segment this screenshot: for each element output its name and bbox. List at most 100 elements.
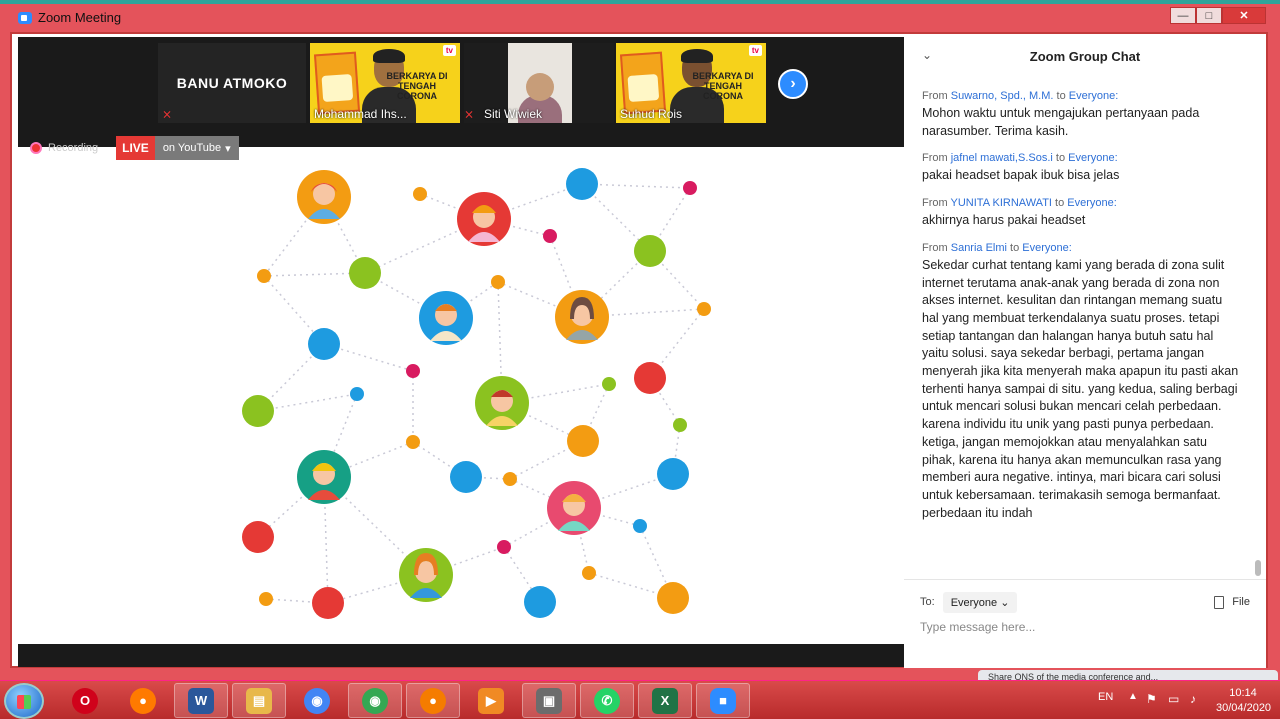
to-word: to [1055,197,1065,210]
message-input[interactable] [920,616,1240,638]
recipient-name: Everyone: [1022,241,1072,254]
taskbar-app-whatsapp[interactable]: ✆ [580,683,634,718]
avatar-icon [475,376,529,430]
message-text: akhirnya harus pakai headset [922,213,1086,228]
recipient-row: To: Everyone ⌄ File [920,590,1250,614]
taskbar-app-chrome[interactable]: ◉ [290,683,344,718]
sender-name: YUNITA KIRNAWATI [950,197,1052,210]
file-button[interactable]: File [1214,595,1250,609]
action-center-flag-icon[interactable]: ⚑ [1146,692,1160,706]
language-indicator[interactable]: EN [1098,691,1113,703]
chat-message: From jafnel mawati,S.Sos.i to Everyone: … [922,152,1240,185]
recipient-name: Everyone: [1067,197,1117,210]
network-illustration [242,168,711,619]
shared-screen-network-illustration [18,147,904,644]
message-meta: From jafnel mawati,S.Sos.i to Everyone: [922,152,1240,164]
sender-name: Suwarno, Spd., M.M. [950,90,1054,102]
participant-name: Mohammad Ihs... [314,107,407,121]
remote-desktop-icon: ▣ [536,687,562,714]
avatar-icon [555,290,609,344]
opera-icon: O [72,687,98,714]
participant-thumb-banu[interactable]: BANU ATMOKO ⨯ [158,43,306,123]
network-icon[interactable]: ▭ [1168,692,1184,706]
participant-thumb-mohammad[interactable]: BERKARYA DI TENGAH CORONA tv Mohammad Ih… [310,43,460,123]
from-word: From [922,152,948,165]
video-area: BANU ATMOKO ⨯ BERKARYA DI TENGAH CORONA … [18,37,904,667]
chrome-icon: ◉ [362,687,388,714]
avatar-icon [297,450,351,504]
divider [904,579,1266,580]
zoom-client-area: BANU ATMOKO ⨯ BERKARYA DI TENGAH CORONA … [10,32,1268,668]
live-badge[interactable]: LIVE [116,136,155,160]
book-cover-image [619,51,667,115]
taskbar-app-avast[interactable]: ● [406,683,460,718]
chat-message: From Sanria Elmi to Everyone: Sekedar cu… [922,242,1240,523]
mic-muted-icon: ⨯ [464,107,475,121]
show-hidden-icons-icon[interactable]: ▲ [1128,691,1138,702]
taskbar-app-media-player[interactable]: ▶ [464,683,518,718]
taskbar-app-excel[interactable]: X [638,683,692,718]
taskbar-app-opera[interactable]: O [58,683,112,718]
avatar-icon [457,192,511,246]
taskbar-app-zoom[interactable]: ■ [696,683,750,718]
avatar-icon [547,481,601,535]
participant-name: Suhud Rois [620,107,683,121]
youtube-label: on YouTube [162,142,222,154]
youtube-stream-dropdown[interactable]: on YouTube ▾ [154,136,239,160]
message-meta: From YUNITA KIRNAWATI to Everyone: [922,197,1240,209]
file-label: File [1232,596,1250,608]
sender-name: jafnel mawati,S.Sos.i [950,152,1053,165]
close-button[interactable]: ✕ [1222,7,1266,24]
to-word: to [1056,90,1066,102]
clock[interactable]: 10:14 30/04/2020 [1216,686,1271,716]
volume-icon[interactable]: ♪ [1190,692,1196,706]
chat-message: From Suwarno, Spd., M.M. to Everyone: Mo… [922,90,1240,140]
scrollbar-thumb[interactable] [1255,560,1261,576]
window-controls: — □ ✕ [1170,7,1266,24]
to-word: to [1010,241,1020,254]
recipient-select[interactable]: Everyone ⌄ [942,591,1018,613]
banner-text: BERKARYA DI TENGAH CORONA [386,71,448,101]
chat-panel: ⌄ Zoom Group Chat From Suwarno, Spd., M.… [904,34,1266,668]
taskbar-app-explorer[interactable]: ▤ [232,683,286,718]
chat-title: Zoom Group Chat [1029,49,1141,64]
sender-name: Sanria Elmi [950,241,1007,254]
minimize-button[interactable]: — [1170,7,1196,24]
avatar-icon [399,548,453,602]
chevron-right-icon[interactable]: › [778,69,808,99]
participant-thumbnail-strip: BANU ATMOKO ⨯ BERKARYA DI TENGAH CORONA … [18,37,904,125]
chat-message: From YUNITA KIRNAWATI to Everyone: akhir… [922,197,1240,230]
zoom-icon: ■ [710,687,736,714]
recording-icon [30,142,42,154]
message-text: pakai headset bapak ibuk bisa jelas [922,168,1120,183]
to-label: To: [920,596,935,608]
taskbar-app-word[interactable]: W [174,683,228,718]
chat-header: ⌄ Zoom Group Chat [904,34,1266,78]
recipient-name: Everyone: [1068,152,1118,165]
participant-name: BANU ATMOKO [176,75,288,91]
chat-scrollbar[interactable] [1254,80,1262,580]
window-title: Zoom Meeting [38,10,122,25]
mic-muted-icon: ⨯ [162,107,173,121]
taskbar-app-firefox[interactable]: ● [116,683,170,718]
recording-label: Recording [48,142,99,154]
windows-taskbar: O ● W ▤ ◉ ◉ ● ▶ ▣ ✆ X ■ EN ▲ ⚑ ▭ ♪ 10:14… [0,680,1280,719]
chat-message-list[interactable]: From Suwarno, Spd., M.M. to Everyone: Mo… [922,90,1240,580]
maximize-button[interactable]: □ [1196,7,1222,24]
taskbar-app-chrome-profile[interactable]: ◉ [348,683,402,718]
whatsapp-icon: ✆ [594,687,620,714]
from-word: From [922,241,948,254]
chrome-icon: ◉ [304,687,330,714]
folder-icon: ▤ [246,687,272,714]
message-text: Mohon waktu untuk mengajukan pertanyaan … [922,106,1200,138]
banner-text: BERKARYA DI TENGAH CORONA [692,71,754,101]
taskbar-app-remote-desktop[interactable]: ▣ [522,683,576,718]
avatar-icon [297,170,351,224]
message-meta: From Sanria Elmi to Everyone: [922,242,1240,254]
participant-thumb-suhud[interactable]: BERKARYA DI TENGAH CORONA tv Suhud Rois [616,43,766,123]
chevron-down-icon: ⌄ [1000,596,1010,609]
message-meta: From Suwarno, Spd., M.M. to Everyone: [922,90,1240,102]
participant-thumb-siti[interactable]: ⨯ Siti Wiwiek [464,43,614,123]
start-button-icon[interactable] [4,683,44,719]
title-bar[interactable]: Zoom Meeting — □ ✕ [0,4,1280,32]
